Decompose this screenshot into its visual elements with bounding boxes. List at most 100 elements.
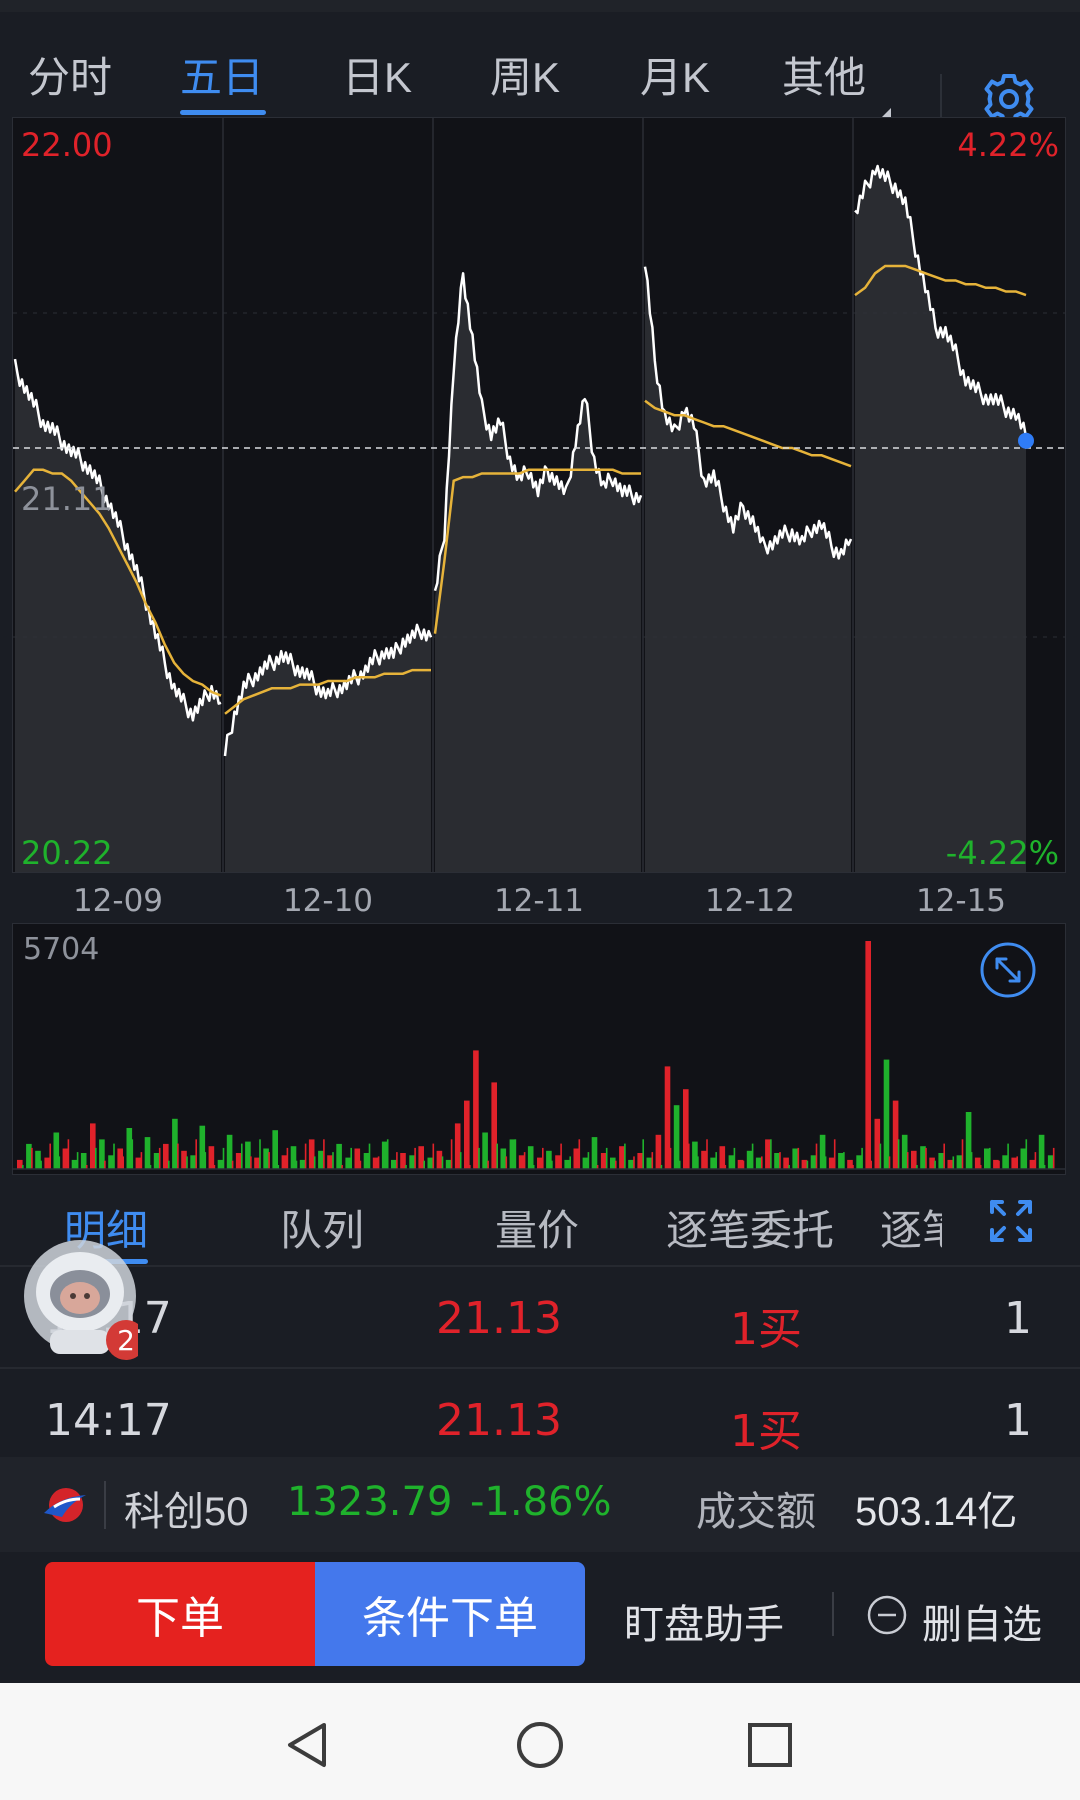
volume-bar-minor [177,1143,179,1169]
active-tab-indicator [180,110,266,115]
volume-bar-minor [587,1152,590,1169]
volume-bar-minor [186,1156,188,1169]
volume-bar-minor [131,1139,134,1169]
volume-bar [856,1155,862,1169]
volume-bar-minor [824,1156,827,1169]
volume-bar-minor [423,1160,425,1169]
volume-bar [719,1146,726,1169]
volume-bar [427,1157,434,1169]
volume-bar-minor [742,1160,745,1169]
volume-bar-minor [313,1156,316,1169]
tab-five-day[interactable]: 五日 [180,44,264,105]
recents-square-icon[interactable] [744,1719,796,1771]
volume-bar-minor [678,1160,681,1169]
volume-bar [619,1146,625,1169]
volume-bar-minor [998,1160,1000,1169]
volume-bar [99,1139,105,1169]
home-circle-icon[interactable] [514,1719,566,1771]
volume-bar-minor [140,1152,143,1169]
volume-bar [199,1125,206,1169]
assistant-avatar[interactable]: 2 [14,1234,138,1366]
tab-intraday[interactable]: 分时 [28,44,112,105]
volume-bar [117,1148,123,1169]
volume-bar-minor [578,1139,581,1169]
volume-bar-minor [797,1147,800,1169]
volume-bar [911,1150,917,1169]
volume-bar-minor [861,1147,863,1169]
volume-bar [336,1143,342,1169]
volume-bar-minor [833,1139,836,1169]
volume-bar [473,1050,479,1169]
back-triangle-icon[interactable] [282,1719,334,1771]
tab-volume-price[interactable]: 量价 [495,1197,579,1258]
volume-bar [683,1089,689,1169]
volume-bar [144,1137,151,1169]
date-label: 12-10 [282,883,374,919]
conditional-order-button[interactable]: 条件下单 [315,1562,585,1666]
tab-monthly-k[interactable]: 月K [640,44,710,105]
volume-bar-minor [651,1152,654,1169]
volume-bar-minor [113,1143,115,1169]
volume-bar [226,1134,233,1169]
volume-bar [1020,1148,1027,1169]
y-axis-bottom-pct: -4.22% [945,834,1059,872]
index-name: 科创50 [124,1490,249,1534]
price-chart[interactable]: 22.00 21.11 20.22 4.22% -4.22% [12,117,1066,873]
volume-bar-minor [31,1147,33,1169]
volume-bar [418,1146,424,1169]
tab-order-by-order[interactable]: 逐笔委托 [666,1197,834,1258]
volume-bar-minor [605,1147,608,1169]
volume-bar-minor [122,1156,124,1169]
volume-bar-minor [158,1147,161,1169]
volume-bar [938,1153,944,1169]
volume-bar [892,1100,899,1169]
tab-daily-k[interactable]: 日K [342,44,412,105]
volume-bar [993,1159,999,1169]
volume-bar [664,1066,671,1169]
volume-bar [345,1157,351,1169]
volume-bar [701,1150,707,1169]
volume-bar [500,1148,507,1169]
volume-bar [901,1134,908,1169]
volume-bar [354,1148,361,1169]
volume-bar [737,1159,744,1169]
tab-weekly-k[interactable]: 周K [490,44,560,105]
volume-bar [828,1157,835,1169]
volume-bar [555,1155,561,1169]
date-axis: 12-09 12-10 12-11 12-12 12-15 [12,873,1066,923]
volume-bar [181,1150,187,1169]
trade-side: 1买 [730,1304,802,1355]
volume-bar [883,1059,890,1169]
volume-chart[interactable]: 5704 [12,923,1066,1175]
volume-bar-minor [414,1147,416,1169]
watch-helper-button[interactable]: 盯盘助手 [624,1592,784,1650]
trade-price: 21.13 [436,1395,562,1446]
tab-queue[interactable]: 队列 [280,1197,364,1258]
volume-bar [217,1159,224,1169]
volume-bar-minor [350,1147,352,1169]
status-strip [0,0,1080,12]
expand-arrows-icon[interactable] [980,942,1036,998]
volume-bar-minor [542,1147,544,1169]
tab-tick-by-tick-clipped[interactable]: 逐笔 [880,1197,942,1249]
table-row: 14:17 21.13 1买 1 [0,1369,1080,1469]
index-ticker-bar[interactable]: 科创50 1323.79 -1.86% 成交额 503.14亿 [0,1457,1080,1552]
volume-bar-minor [715,1152,717,1169]
price-area [15,367,221,872]
place-order-button[interactable]: 下单 [45,1562,315,1666]
turnover-label: 成交额 [696,1490,816,1534]
action-bar: 下单 条件下单 盯盘助手 删自选 [0,1552,1080,1682]
volume-bar-minor [1007,1143,1009,1169]
tab-other[interactable]: 其他 [782,44,866,105]
volume-bar [372,1157,379,1169]
volume-bar-minor [40,1160,42,1169]
volume-bar [637,1153,643,1169]
volume-bar-minor [733,1147,736,1169]
volume-bar-minor [897,1139,900,1169]
fullscreen-icon[interactable] [988,1198,1034,1244]
volume-bar [692,1141,698,1169]
volume-bar [610,1157,616,1169]
index-divider [104,1481,106,1529]
volume-bar [445,1159,452,1169]
volume-bar [153,1153,160,1169]
